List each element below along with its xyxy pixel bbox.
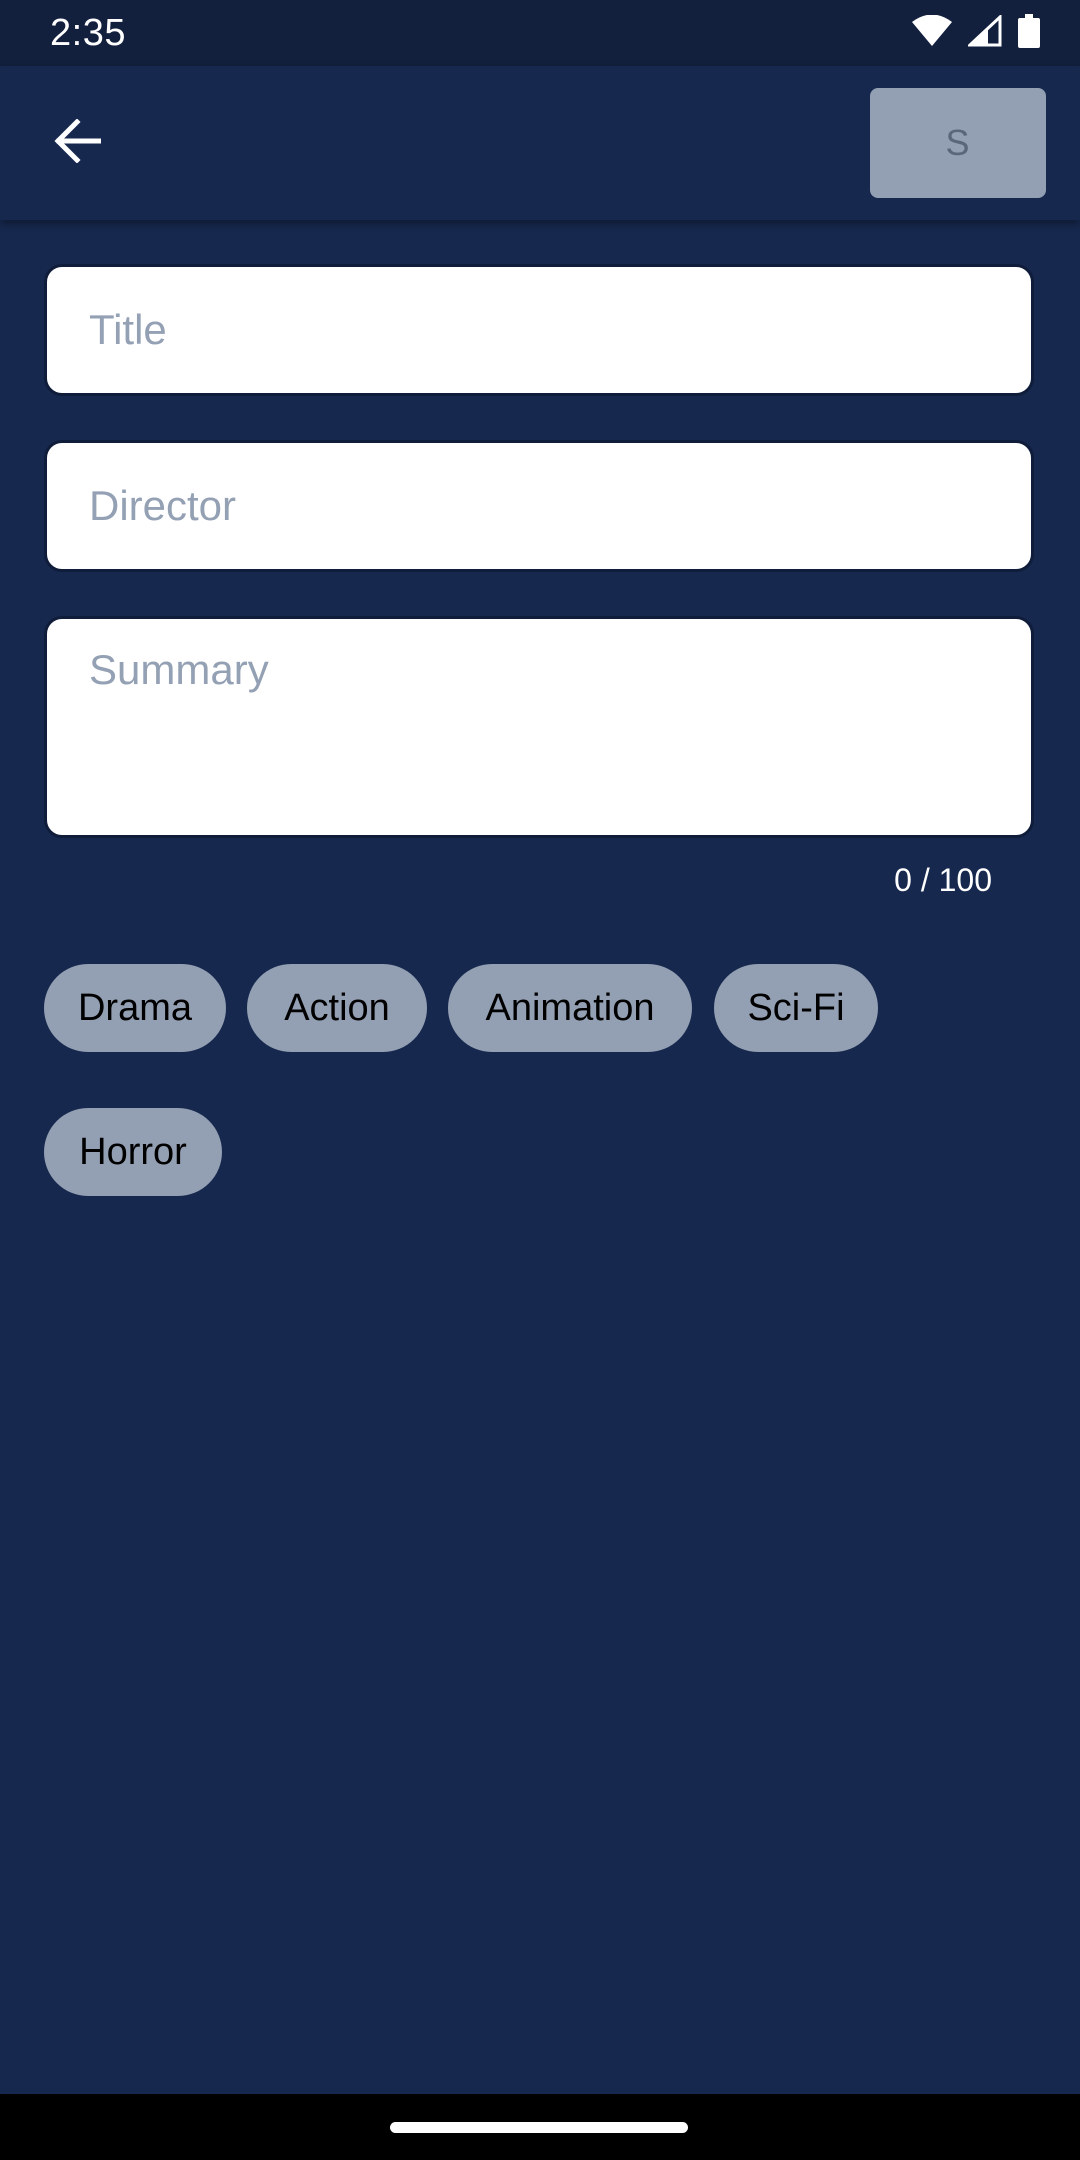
battery-icon: [1018, 13, 1040, 53]
genre-chip-horror[interactable]: Horror: [44, 1108, 222, 1196]
summary-input[interactable]: Summary: [44, 616, 1034, 838]
wifi-icon: [912, 14, 952, 52]
genre-chip-drama[interactable]: Drama: [44, 964, 226, 1052]
director-input[interactable]: Director: [44, 440, 1034, 572]
genre-chip-animation[interactable]: Animation: [448, 964, 692, 1052]
status-icons: [912, 13, 1040, 53]
home-gesture-handle[interactable]: [390, 2122, 688, 2133]
save-button[interactable]: S: [870, 88, 1046, 198]
genre-chip-sci-fi[interactable]: Sci-Fi: [714, 964, 878, 1052]
navigation-bar: [0, 2094, 1080, 2160]
status-bar: 2:35: [0, 0, 1080, 66]
cell-signal-icon: [966, 13, 1002, 52]
back-button[interactable]: [40, 106, 114, 180]
arrow-left-icon: [53, 117, 102, 168]
title-input[interactable]: Title: [44, 264, 1034, 396]
genre-chip-action[interactable]: Action: [247, 964, 427, 1052]
status-time: 2:35: [50, 12, 126, 54]
summary-character-counter: 0 / 100: [894, 862, 992, 898]
app-bar: S: [0, 66, 1080, 220]
